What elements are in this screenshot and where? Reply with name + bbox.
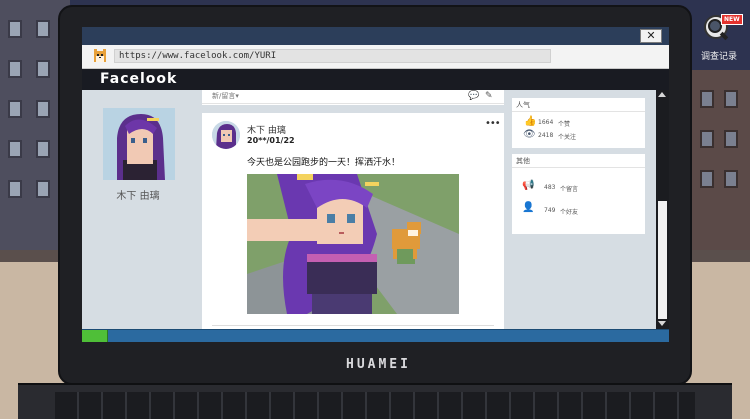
scroll-up-arrow-icon[interactable] — [658, 92, 666, 97]
laptop-keyboard — [55, 392, 695, 419]
feed-post: 木下 由璃 20**/01/22 ••• 今天也是公园跑步的一天！挥洒汗水！ — [202, 113, 504, 329]
comments-label: 个留言 — [560, 186, 579, 193]
friends-count: 749 — [544, 207, 556, 214]
friend-icon: 👤 — [522, 202, 535, 213]
scroll-thumb[interactable] — [658, 201, 667, 319]
likes-count: 1664 — [538, 119, 554, 126]
feed-toolbar: 新/留言▾ 💬 ✎ — [202, 90, 504, 104]
right-sidebar: 人气 👍 1664 个赞 👁 2418 个关注 其他 📢 483 个留言 👤 7… — [512, 90, 645, 329]
browser-title-bar: ✕ — [82, 27, 669, 45]
follows-label: 个关注 — [558, 134, 577, 141]
eye-icon: 👁 — [523, 129, 536, 140]
scroll-down-arrow-icon[interactable] — [658, 321, 666, 326]
new-badge: NEW — [721, 14, 743, 25]
feed-divider — [202, 105, 504, 113]
page-content: 木下 由璃 新/留言▾ 💬 ✎ 木下 由璃 20**/01/22 ••• 今天也… — [82, 90, 669, 329]
comment-icon[interactable]: 💬 — [468, 91, 479, 101]
profile-avatar[interactable] — [103, 108, 175, 180]
follows-count: 2418 — [538, 132, 554, 139]
comments-count: 483 — [544, 184, 556, 191]
start-button[interactable] — [82, 330, 108, 342]
page-scrollbar[interactable] — [656, 90, 669, 329]
building-right — [690, 70, 750, 260]
post-menu-button[interactable]: ••• — [485, 118, 501, 129]
post-photo[interactable] — [247, 174, 459, 314]
post-date: 20**/01/22 — [247, 136, 295, 145]
post-divider — [212, 325, 494, 326]
close-button[interactable]: ✕ — [640, 29, 662, 43]
address-bar: https://www.facelook.com/YURI — [82, 45, 669, 69]
megaphone-icon: 📢 — [522, 180, 535, 191]
taskbar — [82, 329, 669, 342]
history-button[interactable]: NEW 调查记录 — [697, 14, 743, 64]
post-author-name[interactable]: 木下 由璃 — [247, 123, 286, 136]
thumbs-up-icon: 👍 — [524, 116, 537, 127]
friends-label: 个好友 — [560, 209, 579, 216]
feed-column: 新/留言▾ 💬 ✎ 木下 由璃 20**/01/22 ••• 今天也是公园跑步的… — [202, 90, 504, 329]
popularity-card: 人气 👍 1664 个赞 👁 2418 个关注 — [512, 98, 645, 148]
popularity-title: 人气 — [512, 98, 645, 112]
edit-icon[interactable]: ✎ — [485, 91, 493, 101]
profile-name[interactable]: 木下 由璃 — [82, 187, 194, 202]
sort-dropdown[interactable]: 新/留言▾ — [212, 91, 239, 101]
others-card: 其他 📢 483 个留言 👤 749 个好友 — [512, 154, 645, 234]
running-selfie-photo-icon — [247, 174, 459, 314]
history-label: 调查记录 — [700, 52, 737, 62]
post-author-avatar[interactable] — [212, 121, 240, 149]
laptop-screen: ✕ https://www.facelook.com/YURI Facelook — [82, 27, 669, 342]
laptop-brand: HUAMEI — [346, 357, 411, 372]
site-title[interactable]: Facelook — [100, 71, 177, 87]
likes-label: 个赞 — [558, 121, 571, 128]
profile-portrait-icon — [103, 108, 175, 180]
url-input[interactable]: https://www.facelook.com/YURI — [114, 49, 551, 63]
others-title: 其他 — [512, 154, 645, 168]
site-header: Facelook — [82, 69, 669, 90]
shiba-favicon-icon — [94, 49, 106, 62]
post-text: 今天也是公园跑步的一天！挥洒汗水！ — [247, 158, 401, 168]
